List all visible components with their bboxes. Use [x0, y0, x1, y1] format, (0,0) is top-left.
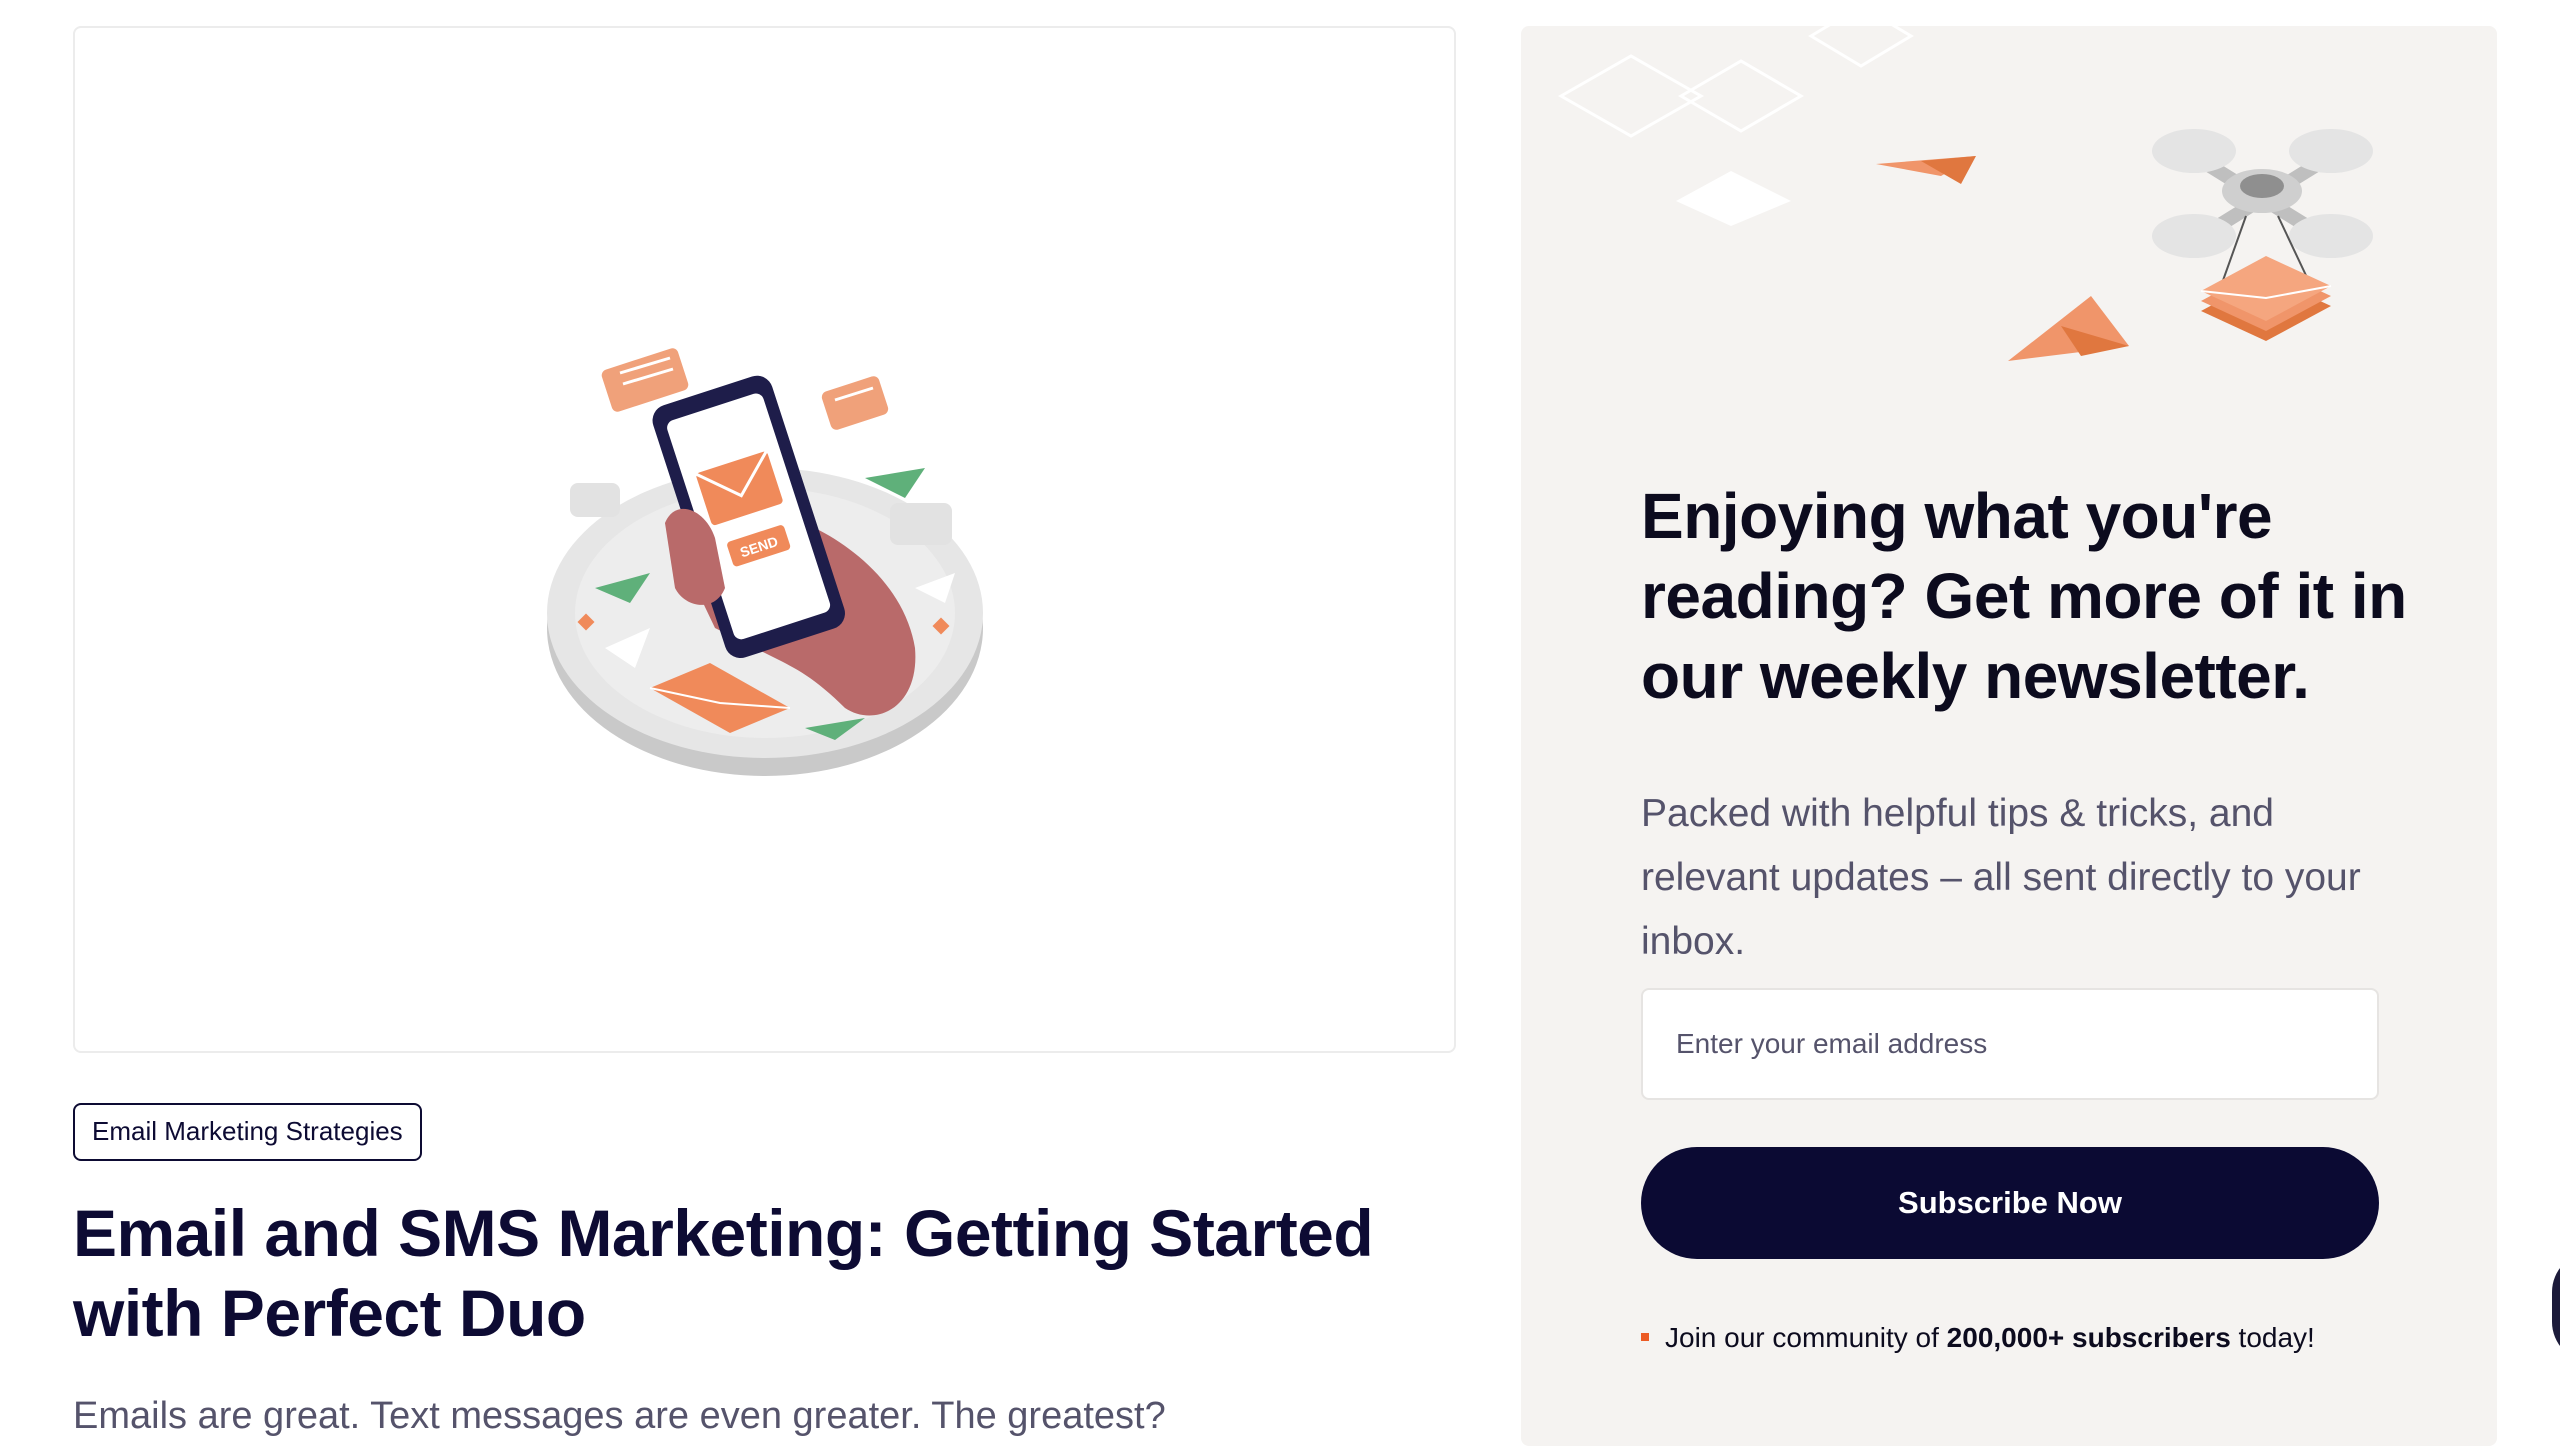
- article-title[interactable]: Email and SMS Marketing: Getting Started…: [73, 1193, 1413, 1353]
- email-input[interactable]: [1641, 988, 2379, 1100]
- category-tag[interactable]: Email Marketing Strategies: [73, 1103, 422, 1161]
- newsletter-heading: Enjoying what you're reading? Get more o…: [1641, 480, 2407, 712]
- subscriber-count: 200,000+ subscribers: [1946, 1322, 2231, 1353]
- community-note: Join our community of 200,000+ subscribe…: [1641, 1320, 2315, 1356]
- subscribe-button[interactable]: Subscribe Now: [1641, 1147, 2379, 1259]
- newsletter-description: Packed with helpful tips & tricks, and r…: [1641, 792, 2361, 963]
- chat-bubble-icon[interactable]: [2552, 1252, 2560, 1362]
- drone-paper-plane-illustration: [1557, 26, 2373, 361]
- community-prefix: Join our community of: [1665, 1322, 1947, 1353]
- hand-phone-send-illustration: SEND: [547, 348, 983, 776]
- article-excerpt: Emails are great. Text messages are even…: [73, 1395, 1166, 1437]
- newsletter-panel: Enjoying what you're reading? Get more o…: [1521, 26, 2497, 1446]
- community-suffix: today!: [2230, 1322, 2315, 1353]
- article-featured-image[interactable]: SEND: [73, 26, 1456, 1053]
- bullet-icon: [1641, 1332, 1649, 1341]
